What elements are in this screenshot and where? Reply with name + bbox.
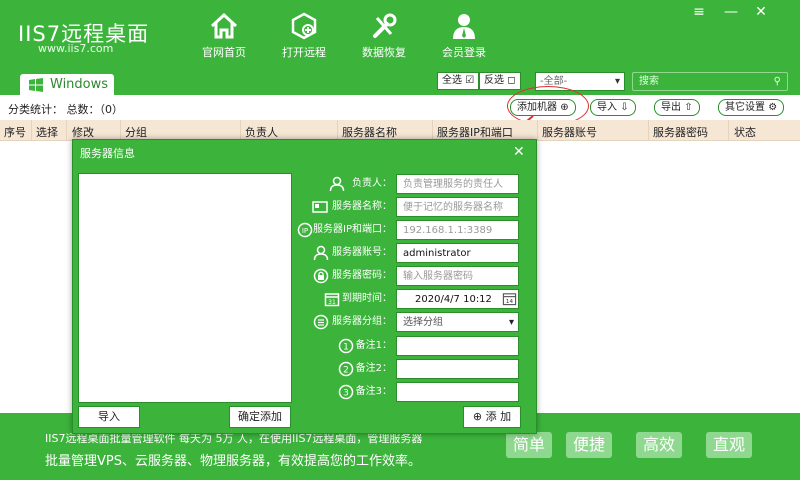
import-button[interactable]: 导入 ⇩ — [590, 99, 636, 116]
select-all-button[interactable]: 全选 ☑ — [437, 72, 480, 90]
plus-circle-icon: ⊕ — [472, 410, 483, 423]
export-icon: ⇧ — [684, 102, 693, 113]
search-input[interactable]: 搜索 ⚲ — [632, 72, 788, 91]
column-divider — [31, 120, 32, 140]
tab-windows[interactable]: Windows — [20, 74, 114, 95]
svg-text:14: 14 — [506, 299, 514, 305]
tools-icon — [373, 13, 397, 38]
tab-windows-label: Windows — [50, 77, 109, 92]
invert-label: 反选 — [484, 75, 504, 86]
settings-label: 其它设置 — [725, 102, 765, 113]
square-icon: ◻ — [507, 75, 516, 86]
search-icon: ⚲ — [773, 76, 781, 87]
nav-login-label: 会员登录 — [442, 46, 486, 59]
column-header-edit[interactable]: 修改 — [72, 124, 94, 140]
dialog-title: 服务器信息 — [80, 147, 135, 160]
expire-time-label: 到期时间： — [342, 293, 392, 304]
app-url: www.iis7.com — [38, 42, 114, 55]
nav-recovery-label: 数据恢复 — [362, 46, 406, 59]
feature-simple-button[interactable]: 简单 — [506, 432, 552, 458]
feature-efficient-button[interactable]: 高效 — [636, 432, 682, 458]
server-group-label: 服务器分组： — [332, 316, 392, 327]
dropdown-arrow-icon: ▾ — [508, 317, 514, 328]
owner-input[interactable]: 负责管理服务的责任人 — [396, 174, 519, 194]
column-divider — [728, 120, 729, 140]
date-picker-icon[interactable]: 14 — [502, 291, 517, 306]
windows-icon — [29, 78, 43, 92]
column-divider — [120, 120, 121, 140]
promo-line-2: 批量管理VPS、云服务器、物理服务器，有效提高您的工作效率。 — [45, 454, 421, 469]
import-icon: ⇩ — [620, 102, 629, 113]
nav-recovery-button[interactable]: 数据恢复 — [346, 10, 422, 64]
user-icon — [453, 14, 475, 39]
server-group-value: 选择分组 — [403, 317, 443, 328]
minimize-button[interactable]: — — [722, 4, 740, 20]
select-all-label: 全选 — [442, 75, 462, 86]
column-divider — [537, 120, 538, 140]
ip-port-input[interactable]: 192.168.1.1:3389 — [396, 220, 519, 240]
export-button[interactable]: 导出 ⇧ — [654, 99, 700, 116]
column-divider — [66, 120, 67, 140]
search-placeholder: 搜索 — [639, 76, 659, 87]
dialog-close-button[interactable]: ✕ — [513, 144, 525, 160]
nav-remote-button[interactable]: 打开远程 — [266, 10, 342, 64]
stats-summary: 分类统计： 总数：（0） — [8, 103, 123, 116]
column-header-server-name[interactable]: 服务器名称 — [342, 124, 397, 140]
column-header-ip-port[interactable]: 服务器IP和端口 — [437, 124, 513, 140]
server-name-input[interactable]: 便于记忆的服务器名称 — [396, 197, 519, 217]
note1-input[interactable] — [396, 336, 519, 356]
column-divider — [240, 120, 241, 140]
other-settings-button[interactable]: 其它设置 ⚙ — [718, 99, 785, 116]
feature-convenient-button[interactable]: 便捷 — [566, 432, 612, 458]
server-name-label: 服务器名称： — [332, 201, 392, 212]
column-divider — [648, 120, 649, 140]
note1-label: 备注1： — [355, 340, 392, 351]
column-header-status[interactable]: 状态 — [734, 124, 756, 140]
note3-label: 备注3： — [355, 386, 392, 397]
column-divider — [432, 120, 433, 140]
column-header-password[interactable]: 服务器密码 — [653, 124, 708, 140]
import-label: 导入 — [597, 102, 617, 113]
ip-port-label: 服务器IP和端口： — [313, 224, 392, 235]
add-button-label: 添 加 — [485, 410, 512, 423]
nav-login-button[interactable]: 会员登录 — [426, 10, 502, 64]
note3-input[interactable] — [396, 382, 519, 402]
server-import-list[interactable] — [78, 173, 292, 403]
nav-remote-label: 打开远程 — [282, 46, 326, 59]
column-header-group[interactable]: 分组 — [125, 124, 147, 140]
column-header-index[interactable]: 序号 — [4, 124, 26, 140]
owner-label: 负责人： — [352, 178, 392, 189]
remote-icon — [291, 12, 317, 40]
confirm-add-button[interactable]: 确定添加 — [229, 406, 291, 428]
menu-icon[interactable]: ≡ — [690, 4, 708, 20]
password-label: 服务器密码： — [332, 270, 392, 281]
column-header-owner[interactable]: 负责人 — [245, 124, 278, 140]
account-label: 服务器账号： — [332, 247, 392, 258]
nav-home-label: 官网首页 — [202, 46, 246, 59]
server-group-select[interactable]: 选择分组 ▾ — [396, 312, 519, 332]
nav-home-button[interactable]: 官网首页 — [186, 10, 262, 64]
expire-time-input[interactable]: 2020/4/7 10:12 — [396, 289, 519, 309]
window-close-button[interactable]: ✕ — [752, 4, 770, 20]
check-icon: ☑ — [465, 75, 475, 86]
home-icon — [210, 12, 238, 39]
account-input[interactable]: administrator — [396, 243, 519, 263]
invert-selection-button[interactable]: 反选 ◻ — [479, 72, 521, 90]
note2-input[interactable] — [396, 359, 519, 379]
dialog-import-button[interactable]: 导入 — [78, 406, 140, 428]
gear-icon: ⚙ — [768, 102, 778, 113]
column-divider — [337, 120, 338, 140]
note2-label: 备注2： — [355, 363, 392, 374]
dropdown-arrow-icon: ▾ — [614, 76, 620, 87]
feature-intuitive-button[interactable]: 直观 — [706, 432, 752, 458]
export-label: 导出 — [661, 102, 681, 113]
column-header-account[interactable]: 服务器账号 — [542, 124, 597, 140]
add-button[interactable]: ⊕ 添 加 — [463, 406, 521, 428]
column-header-select[interactable]: 选择 — [36, 124, 58, 140]
password-input[interactable]: 输入服务器密码 — [396, 266, 519, 286]
